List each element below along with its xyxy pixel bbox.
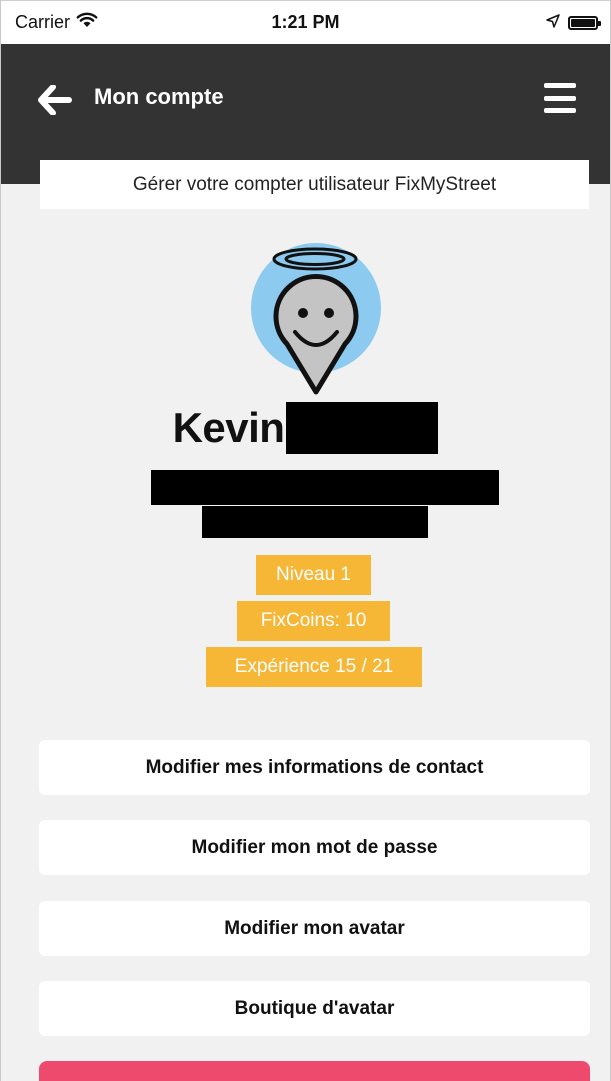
redacted-phone xyxy=(202,506,428,538)
account-banner: Gérer votre compter utilisateur FixMyStr… xyxy=(40,160,589,209)
hamburger-icon-bar xyxy=(544,83,576,88)
redacted-email xyxy=(151,470,499,505)
battery-icon xyxy=(568,15,601,30)
logout-button[interactable] xyxy=(39,1061,590,1081)
level-badge: Niveau 1 xyxy=(256,555,371,595)
avatar-shop-button[interactable]: Boutique d'avatar xyxy=(39,981,590,1036)
page-title: Mon compte xyxy=(94,84,224,109)
clock-time: 1:21 PM xyxy=(271,12,340,32)
edit-password-label: Modifier mon mot de passe xyxy=(191,836,438,858)
arrow-left-icon xyxy=(38,85,72,115)
status-right xyxy=(546,12,601,33)
edit-avatar-label: Modifier mon avatar xyxy=(224,917,405,939)
user-name-row: Kevin xyxy=(1,402,610,454)
carrier-label: Carrier xyxy=(15,12,71,32)
edit-password-button[interactable]: Modifier mon mot de passe xyxy=(39,820,590,875)
status-left: Carrier xyxy=(15,12,98,33)
banner-text: Gérer votre compter utilisateur FixMyStr… xyxy=(132,173,497,195)
status-bar: Carrier 1:21 PM xyxy=(1,0,610,44)
edit-avatar-button[interactable]: Modifier mon avatar xyxy=(39,901,590,956)
hamburger-icon-bar xyxy=(544,95,576,101)
user-first-name: Kevin xyxy=(172,404,285,451)
account-screen: Carrier 1:21 PM Mon compte Gérer votre c… xyxy=(0,0,611,1081)
angel-map-pin-avatar-icon xyxy=(251,243,381,395)
fixcoins-text: FixCoins: 10 xyxy=(260,610,367,631)
menu-button[interactable] xyxy=(540,80,580,116)
redacted-last-name xyxy=(286,402,439,454)
fixcoins-badge: FixCoins: 10 xyxy=(237,601,390,641)
hamburger-icon-bar xyxy=(544,108,576,113)
battery-level xyxy=(571,18,595,27)
avatar-shop-label: Boutique d'avatar xyxy=(234,997,395,1019)
wifi-icon xyxy=(76,12,98,33)
experience-text: Expérience 15 / 21 xyxy=(234,656,394,677)
level-text: Niveau 1 xyxy=(276,564,351,585)
edit-contact-info-button[interactable]: Modifier mes informations de contact xyxy=(39,740,590,795)
user-avatar xyxy=(241,240,391,400)
back-button[interactable] xyxy=(35,80,75,120)
edit-contact-info-label: Modifier mes informations de contact xyxy=(145,756,484,778)
location-arrow-icon xyxy=(546,12,560,33)
experience-badge: Expérience 15 / 21 xyxy=(206,647,422,687)
